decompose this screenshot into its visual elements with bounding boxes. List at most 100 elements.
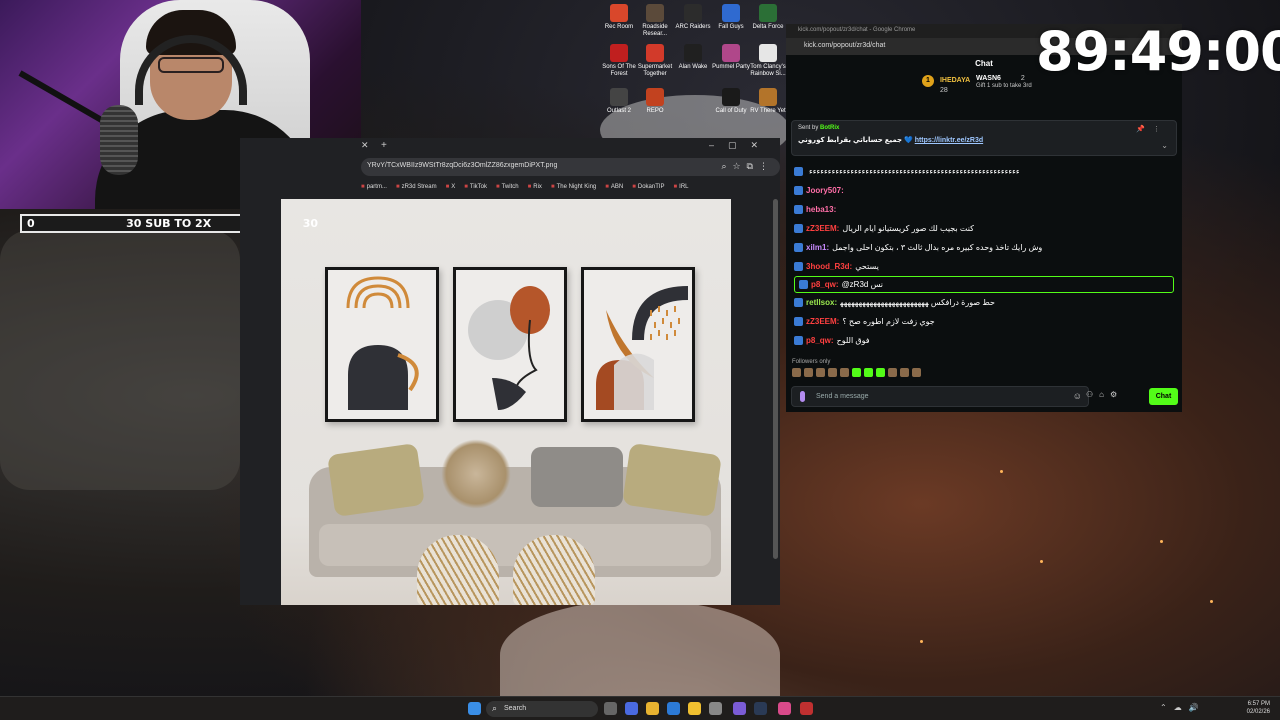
discord-icon[interactable] (733, 702, 746, 715)
address-bar-icons[interactable]: ⌕☆⧉⋮ (721, 161, 774, 172)
sub-goal-start: 0 (27, 217, 35, 230)
clock-date: 02/02/26 (1246, 709, 1270, 715)
bookmark-item[interactable]: Twitch (496, 184, 519, 190)
bookmarks-bar: partm... zR3d Stream X TikTok Twitch Rix The N… (361, 180, 780, 194)
sub-goal-end: 30 (302, 217, 318, 230)
chat-message[interactable]: retllsox: حط صورة درافكس ﻬﻬﻬﻬﻬﻬﻬﻬﻬﻬﻬﻬﻬﻬﻬﻬ… (794, 293, 1174, 312)
mic-icon[interactable] (800, 391, 805, 402)
pinned-message[interactable]: Sent by BotRix جميع حساباتي بقرابط كورون… (791, 120, 1177, 156)
game-icon (722, 88, 740, 106)
pillow (622, 442, 722, 518)
chat-message[interactable]: ﺀﺀﺀﺀﺀﺀﺀﺀﺀﺀﺀﺀﺀﺀﺀﺀﺀﺀﺀﺀﺀﺀﺀﺀﺀﺀﺀﺀﺀﺀﺀﺀﺀﺀﺀﺀﺀﺀﺀﺀ… (794, 162, 1174, 181)
bookmark-item[interactable]: TikTok (464, 184, 487, 190)
stream-timer: 89:49:00 (1036, 20, 1280, 83)
chat-tool-icons[interactable]: ⚇⌂⚙ (1086, 390, 1123, 399)
window-controls[interactable]: –▢✕ (709, 140, 772, 151)
bookmark-item[interactable]: Rix (528, 184, 542, 190)
pin-and-menu-icons[interactable]: 📌⋮ (1136, 125, 1168, 133)
emoji-icon[interactable]: ☺ (1073, 391, 1082, 401)
desktop-icon-label: Delta Force (752, 24, 784, 30)
desktop-icon-label: Supermarket Together (637, 64, 673, 77)
chat-text: @zR3d نس (841, 280, 884, 289)
chat-username[interactable]: retllsox: (806, 298, 837, 307)
chat-username[interactable]: heba13: (806, 205, 836, 214)
start-icon[interactable] (468, 702, 481, 715)
chat-username[interactable]: zZ3EEM: (806, 224, 839, 233)
desktop-icon[interactable]: ARC Raiders (672, 4, 714, 31)
chat-username[interactable]: p8_qw: (811, 280, 839, 289)
bookmark-item[interactable]: IRL (674, 184, 688, 190)
desktop-icon-label: REPO (646, 108, 664, 114)
ember (920, 640, 923, 643)
chevron-down-icon[interactable]: ⌄ (1161, 141, 1168, 150)
close-tab-icon[interactable]: ✕ (361, 140, 369, 151)
vertical-scrollbar[interactable] (773, 199, 778, 559)
new-tab-button[interactable]: + (381, 140, 387, 151)
app-icon[interactable] (778, 702, 791, 715)
chat-text: جوي زفت لازم اطوره صح ؟ (842, 317, 935, 326)
system-tray[interactable]: ⌃☁🔊 (1160, 703, 1206, 712)
bookmark-item[interactable]: X (446, 184, 455, 190)
chat-message-input[interactable]: Send a message ☺ (791, 386, 1089, 407)
desktop-icon[interactable]: Delta Force (747, 4, 789, 31)
art-frame-3 (581, 267, 695, 422)
clock[interactable]: 6:57 PM 02/02/26 (1247, 700, 1270, 716)
chat-message[interactable]: p8_qw: فوق اللوح (794, 331, 1174, 350)
desktop-icon[interactable]: Pummel Party (710, 44, 752, 71)
art-frame-1 (325, 267, 439, 422)
chat-message[interactable]: zZ3EEM: كنت بجيب لك صور كريستيانو ايام ال… (794, 219, 1174, 238)
chat-message[interactable]: p8_qw: @zR3d نس (794, 276, 1174, 293)
top-gifter-1[interactable]: 1 IHEDAYA 28 (922, 75, 970, 94)
art-frame-2 (453, 267, 567, 422)
gift-note: Gift 1 sub to take 3rd (976, 83, 1032, 89)
desktop-icon[interactable]: Tom Clancy's Rainbow Si... (747, 44, 789, 78)
address-bar[interactable]: YRvY/TCxWBIIz9WStTr8zqDci6z3OmlZZ86zxgem… (361, 158, 780, 176)
bookmark-item[interactable]: The Night King (551, 184, 597, 190)
desktop-icon-label: Fall Guys (718, 24, 744, 30)
app-icon[interactable] (667, 702, 680, 715)
bookmark-item[interactable]: partm... (361, 184, 387, 190)
chat-message[interactable]: zZ3EEM: جوي زفت لازم اطوره صح ؟ (794, 312, 1174, 331)
chat-text: يستحي (855, 262, 879, 271)
chat-text: وش رايك تاخذ وحده كبيره مره بدال ثالث ٣ … (832, 243, 1043, 252)
obs-icon[interactable] (800, 702, 813, 715)
pinned-link[interactable]: https://linktr.ee/zR3d (915, 137, 983, 144)
steam-icon[interactable] (754, 702, 767, 715)
desktop-icon[interactable]: Supermarket Together (634, 44, 676, 78)
desktop-icon[interactable]: Call of Duty (710, 88, 752, 115)
task-view-icon[interactable] (604, 702, 617, 715)
emote-quickbar[interactable] (792, 368, 921, 377)
chrome-icon[interactable] (646, 702, 659, 715)
chat-send-button[interactable]: Chat (1149, 388, 1178, 405)
desktop-icon[interactable]: Roadside Resear... (634, 4, 676, 38)
chat-message[interactable]: heba13: (794, 200, 1174, 219)
taskbar-search[interactable]: ⌕ Search (486, 701, 598, 717)
bookmark-item[interactable]: ABN (605, 184, 623, 190)
chat-message[interactable]: 3hood_R3d: يستحي (794, 257, 1174, 276)
chat-username[interactable]: p8_qw: (806, 336, 834, 345)
bookmark-item[interactable]: zR3d Stream (396, 184, 437, 190)
user-badge-icon (794, 298, 803, 307)
desktop-icon[interactable]: Alan Wake (672, 44, 714, 71)
game-icon (646, 4, 664, 22)
chat-username[interactable]: xilm1: (806, 243, 829, 252)
bookmark-item[interactable]: DokanTIP (632, 184, 665, 190)
chat-text: فوق اللوح (836, 336, 870, 345)
chat-username[interactable]: 3hood_R3d: (806, 262, 852, 271)
desktop-icon-label: Call of Duty (715, 108, 747, 114)
chat-username[interactable]: Joory507: (806, 186, 844, 195)
app-icon[interactable] (709, 702, 722, 715)
image-browser-window[interactable]: ✕ + –▢✕ YRvY/TCxWBIIz9WStTr8zqDci6z3OmlZ… (240, 138, 780, 605)
file-explorer-icon[interactable] (688, 702, 701, 715)
chat-message[interactable]: xilm1: وش رايك تاخذ وحده كبيره مره بدال ث… (794, 238, 1174, 257)
chat-username[interactable]: zZ3EEM: (806, 317, 839, 326)
top-gifter-2[interactable]: WASN6 2 Gift 1 sub to take 3rd (976, 75, 1032, 89)
desktop-icon-label: ARC Raiders (675, 24, 711, 30)
desktop-icon[interactable]: REPO (634, 88, 676, 115)
user-badge-icon (794, 262, 803, 271)
desktop-icon[interactable]: Fall Guys (710, 4, 752, 31)
desktop-icon[interactable]: RV There Yet (747, 88, 789, 115)
app-icon[interactable] (625, 702, 638, 715)
chat-message[interactable]: Joory507: (794, 181, 1174, 200)
game-icon (759, 88, 777, 106)
